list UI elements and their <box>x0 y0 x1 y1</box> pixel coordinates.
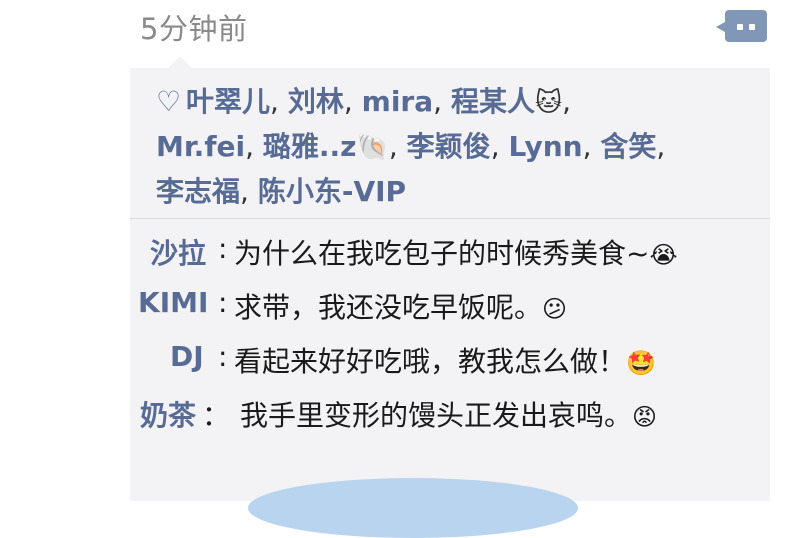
comment-author[interactable]: KIMI <box>138 286 208 319</box>
comment-text: 求带，我还没吃早饭呢。😕 <box>234 291 568 324</box>
divider <box>130 218 770 219</box>
comment-author[interactable]: 奶茶 <box>140 394 196 434</box>
like-separator: , <box>245 130 263 163</box>
comment-button-tail <box>716 22 725 32</box>
panel-arrow <box>168 56 192 68</box>
likes-list: ♡ 叶翠儿, 刘林, mira, 程某人🐱, Mr.fei, 璐雅..z🐚, 李颖… <box>156 80 761 213</box>
like-user[interactable]: 刘林 <box>288 85 344 118</box>
comment-text: 我手里变形的馒头正发出哀鸣。😡 <box>240 399 658 432</box>
comment-icon-dot <box>749 24 755 30</box>
like-separator: , <box>388 130 407 163</box>
cat-emoji: 🐱 <box>534 88 563 118</box>
comment-colon: ： <box>202 399 231 432</box>
like-separator: , <box>433 85 451 118</box>
like-separator: , <box>270 85 288 118</box>
like-user[interactable]: 陈小东-VIP <box>258 175 406 208</box>
crying-emoji: 😭 <box>649 241 678 269</box>
like-user[interactable]: 璐雅..z <box>263 130 357 163</box>
comment-button[interactable] <box>716 10 767 42</box>
confused-emoji: 😕 <box>542 295 568 323</box>
comment-icon <box>737 24 743 30</box>
comment-author[interactable]: 沙拉 <box>150 232 206 272</box>
likes-comments-panel: ♡ 叶翠儿, 刘林, mira, 程某人🐱, Mr.fei, 璐雅..z🐚, 李颖… <box>130 68 770 538</box>
like-user[interactable]: 李颖俊 <box>407 130 491 163</box>
like-separator: , <box>490 130 509 163</box>
like-user[interactable]: 李志福 <box>156 175 240 208</box>
like-separator: , <box>240 175 258 208</box>
comment-text: 看起来好好吃哦，教我怎么做！🤩 <box>234 345 656 378</box>
comment-colon: : <box>218 232 228 265</box>
like-user[interactable]: 叶翠儿 <box>186 85 270 118</box>
like-user[interactable]: mira <box>362 85 433 118</box>
comment-colon: : <box>218 340 228 373</box>
like-user[interactable]: Lynn <box>509 130 583 163</box>
comment-text: 为什么在我吃包子的时候秀美食~😭 <box>234 237 678 270</box>
heart-icon: ♡ <box>156 85 182 118</box>
like-user[interactable]: 含笑 <box>600 130 656 163</box>
like-separator: , <box>343 85 362 118</box>
shell-emoji: 🐚 <box>356 133 389 163</box>
shared-image-preview[interactable] <box>248 478 578 538</box>
angry-emoji: 😡 <box>632 403 658 431</box>
comment-colon: : <box>218 286 228 319</box>
comment-author[interactable]: DJ <box>170 340 204 373</box>
like-separator: , <box>656 130 666 163</box>
like-separator: , <box>582 130 601 163</box>
star-struck-emoji: 🤩 <box>626 349 656 377</box>
like-separator: , <box>562 85 571 118</box>
like-user[interactable]: 程某人 <box>451 85 535 118</box>
like-user[interactable]: Mr.fei <box>156 130 245 163</box>
timestamp: 5分钟前 <box>140 12 248 46</box>
